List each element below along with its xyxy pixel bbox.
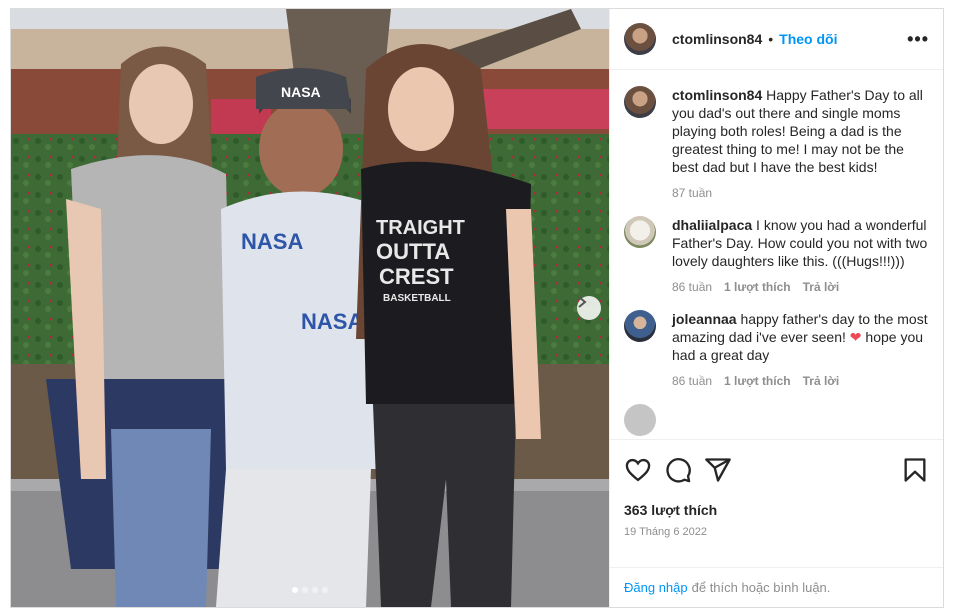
carousel-dot (312, 587, 318, 593)
post-side-panel: ctomlinson84 • Theo dõi ••• ctomlinson84… (609, 9, 943, 607)
avatar[interactable] (624, 23, 656, 55)
comment-item: joleannaa happy father's day to the most… (624, 310, 929, 388)
carousel-dot (292, 587, 298, 593)
login-prompt: Đăng nhập để thích hoặc bình luận. (610, 567, 943, 607)
follow-button[interactable]: Theo dõi (779, 31, 837, 47)
comment-item: dhaliialpaca I know you had a wonderful … (624, 216, 929, 294)
like-count[interactable]: 363 lượt thích (624, 502, 929, 518)
carousel-indicator (11, 587, 609, 593)
post-photo[interactable]: NASA NASA NASA TRAIGHT OUTTA CREST BASKE… (11, 9, 609, 607)
post-header: ctomlinson84 • Theo dõi ••• (610, 9, 943, 70)
reply-button[interactable]: Trả lời (803, 374, 840, 388)
comment-time[interactable]: 86 tuần (672, 374, 712, 388)
comment-time[interactable]: 87 tuần (672, 186, 712, 200)
reply-button[interactable]: Trả lời (803, 280, 840, 294)
bookmark-icon[interactable] (901, 456, 929, 484)
heart-emoji-icon: ❤ (849, 329, 862, 345)
avatar[interactable] (624, 86, 656, 118)
comment-list: ctomlinson84 Happy Father's Day to all y… (610, 70, 943, 439)
post-date[interactable]: 19 Tháng 6 2022 (624, 526, 929, 538)
comment-icon[interactable] (664, 456, 692, 484)
shirt-logo-text-1: NASA (241, 229, 303, 254)
share-icon[interactable] (704, 456, 732, 484)
comment-item-partial (624, 404, 929, 436)
comment-time[interactable]: 86 tuần (672, 280, 712, 294)
comment-username[interactable]: dhaliialpaca (672, 217, 752, 233)
author-username[interactable]: ctomlinson84 (672, 31, 762, 47)
carousel-next-button[interactable] (577, 296, 601, 320)
carousel-dot (322, 587, 328, 593)
cap-logo-text: NASA (281, 84, 321, 100)
avatar[interactable] (624, 216, 656, 248)
chevron-right-icon (578, 296, 587, 308)
heart-icon[interactable] (624, 456, 652, 484)
tee-text-3: CREST (379, 264, 454, 289)
post-actions: 363 lượt thích 19 Tháng 6 2022 (610, 439, 943, 567)
login-link[interactable]: Đăng nhập (624, 580, 688, 595)
comment-username[interactable]: joleannaa (672, 311, 737, 327)
tee-text-1: TRAIGHT (376, 217, 465, 239)
tee-text-2: OUTTA (376, 239, 450, 264)
photo-illustration: NASA NASA NASA TRAIGHT OUTTA CREST BASKE… (11, 9, 609, 607)
more-options-icon[interactable]: ••• (907, 29, 929, 50)
comment-like-count[interactable]: 1 lượt thích (724, 280, 791, 294)
login-prompt-text: để thích hoặc bình luận. (691, 580, 831, 595)
tee-text-4: BASKETBALL (383, 293, 451, 304)
avatar[interactable] (624, 310, 656, 342)
shirt-logo-text-2: NASA (301, 309, 363, 334)
post-card: NASA NASA NASA TRAIGHT OUTTA CREST BASKE… (10, 8, 944, 608)
comment-like-count[interactable]: 1 lượt thích (724, 374, 791, 388)
carousel-dot (302, 587, 308, 593)
separator-dot: • (768, 31, 774, 47)
comment-username[interactable]: ctomlinson84 (672, 87, 762, 103)
avatar[interactable] (624, 404, 656, 436)
caption-comment: ctomlinson84 Happy Father's Day to all y… (624, 86, 929, 200)
